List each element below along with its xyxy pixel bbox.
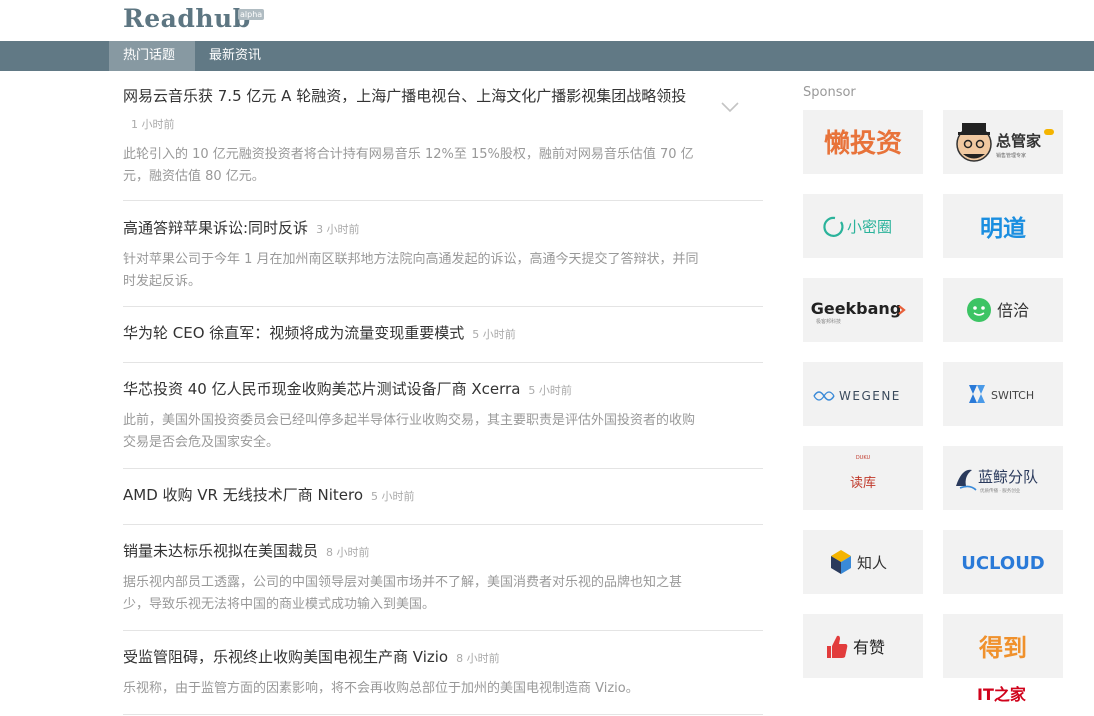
topic-time: 3 小时前 (316, 223, 360, 236)
topic-title-text[interactable]: 网易云音乐获 7.5 亿元 A 轮融资，上海广播电视台、上海文化广播影视集团战略… (123, 87, 686, 105)
top-nav: 热门话题 最新资讯 (0, 41, 1094, 71)
switch-logo: SWITCH (969, 385, 1034, 403)
topic-item: 销量未达标乐视拟在美国裁员 8 小时前 据乐视内部员工透露，公司的中国领导层对美国… (123, 525, 763, 631)
topic-title[interactable]: 高通答辩苹果诉讼:同时反诉 3 小时前 (123, 215, 763, 243)
sponsor-name: 知人 (857, 554, 887, 572)
sponsor-label: Sponsor (803, 85, 856, 100)
dedao-logo: 得到 (978, 634, 1027, 662)
sponsor-subtitle: 优质传播 · 服务创业 (980, 487, 1021, 494)
sponsor-subtitle: 销售管理专家 (996, 152, 1026, 159)
topic-item: 华芯投资 40 亿人民币现金收购美芯片测试设备厂商 Xcerra 5 小时前 此前… (123, 363, 763, 469)
topic-summary: 据乐视内部员工透露，公司的中国领导层对美国市场并不了解，美国消费者对乐视的品牌也… (123, 575, 683, 612)
topic-title-text[interactable]: 高通答辩苹果诉讼:同时反诉 (123, 219, 308, 237)
topic-time: 1 小时前 (131, 118, 175, 131)
sponsor-zhiren[interactable]: 知人 (803, 530, 923, 594)
topic-title-text[interactable]: AMD 收购 VR 无线技术厂商 Nitero (123, 486, 363, 504)
sponsor-xiaomiquan[interactable]: 小密圈 (803, 194, 923, 258)
topic-title[interactable]: 网易云音乐获 7.5 亿元 A 轮融资，上海广播电视台、上海文化广播影视集团战略… (123, 83, 693, 138)
topic-item: 网易云音乐获 7.5 亿元 A 轮融资，上海广播电视台、上海文化广播影视集团战略… (123, 71, 763, 201)
tab-latest-news[interactable]: 最新资讯 (195, 41, 275, 71)
sponsor-geekbang[interactable]: Geekbang 极客邦科技 (803, 278, 923, 342)
sponsor-subtitle: DUKU (856, 455, 871, 461)
sponsor-name: SWITCH (991, 389, 1034, 402)
sponsor-name: 小密圈 (847, 218, 892, 236)
zhiren-logo: 知人 (831, 550, 887, 574)
sponsor-ucloud[interactable]: UCLOUD (943, 530, 1063, 594)
zongguanjia-logo: 总管家 销售管理专家 (956, 123, 1054, 162)
sponsor-switch[interactable]: SWITCH (943, 362, 1063, 426)
lanjing-logo: 蓝鲸分队 优质传播 · 服务创业 (956, 468, 1038, 494)
topic-title-text[interactable]: 华为轮 CEO 徐直军：视频将成为流量变现重要模式 (123, 324, 464, 342)
sponsor-name: 得到 (978, 634, 1027, 662)
topic-title[interactable]: 华为轮 CEO 徐直军：视频将成为流量变现重要模式 5 小时前 (123, 320, 763, 348)
topic-title-text[interactable]: 华芯投资 40 亿人民币现金收购美芯片测试设备厂商 Xcerra (123, 380, 520, 398)
topic-title[interactable]: 华芯投资 40 亿人民币现金收购美芯片测试设备厂商 Xcerra 5 小时前 (123, 376, 763, 404)
topic-item: AMD 收购 VR 无线技术厂商 Nitero 5 小时前 (123, 469, 763, 525)
alpha-badge: alpha (238, 9, 265, 20)
mingdao-logo: 明道 (980, 215, 1026, 242)
sponsor-name: Geekbang (811, 299, 902, 318)
sponsor-name: 倍洽 (997, 301, 1029, 320)
topic-time: 5 小时前 (371, 490, 415, 503)
topic-title[interactable]: AMD 收购 VR 无线技术厂商 Nitero 5 小时前 (123, 482, 763, 510)
ucloud-logo: UCLOUD (961, 553, 1045, 574)
topic-item: 高通答辩苹果诉讼:同时反诉 3 小时前 针对苹果公司于今年 1 月在加州南区联邦地… (123, 201, 763, 307)
lantouzi-logo: 懒投资 (824, 129, 902, 159)
topic-list: 网易云音乐获 7.5 亿元 A 轮融资，上海广播电视台、上海文化广播影视集团战略… (123, 71, 763, 715)
sponsor-duku[interactable]: DUKU 读库 (803, 446, 923, 510)
topic-time: 8 小时前 (326, 546, 370, 559)
sponsor-name: 读库 (850, 475, 876, 491)
header: Readhub alpha (0, 0, 1094, 41)
topic-time: 5 小时前 (472, 328, 516, 341)
topic-summary: 针对苹果公司于今年 1 月在加州南区联邦地方法院向高通发起的诉讼，高通今天提交了… (123, 252, 699, 289)
sponsor-name: 总管家 (996, 132, 1041, 150)
topic-item: 华为轮 CEO 徐直军：视频将成为流量变现重要模式 5 小时前 (123, 307, 763, 363)
sponsor-name: 明道 (980, 215, 1026, 242)
sponsor-youzan[interactable]: 有赞 (803, 614, 923, 678)
sponsor-lantouzi[interactable]: 懒投资 (803, 110, 923, 174)
topic-title-text[interactable]: 受监管阻碍，乐视终止收购美国电视生产商 Vizio (123, 648, 448, 666)
topic-time: 8 小时前 (456, 652, 500, 665)
sponsor-sidebar: Sponsor 懒投资 总管家 销售管理专家 小密圈 明道 Geekbang 极… (803, 84, 1063, 678)
site-logo[interactable]: Readhub (123, 4, 251, 33)
sponsor-zongguanjia[interactable]: 总管家 销售管理专家 (943, 110, 1063, 174)
watermark-text: IT之家 (977, 685, 1027, 704)
wegene-logo: WEGENE (813, 389, 901, 403)
sponsor-name: 有赞 (853, 638, 885, 657)
tab-hot-topics[interactable]: 热门话题 (109, 41, 195, 71)
topic-title[interactable]: 受监管阻碍，乐视终止收购美国电视生产商 Vizio 8 小时前 (123, 644, 763, 672)
topic-summary: 此轮引入的 10 亿元融资投资者将合计持有网易音乐 12%至 15%股权，融前对… (123, 147, 694, 184)
sponsor-name: 蓝鲸分队 (978, 468, 1038, 486)
topic-time: 5 小时前 (528, 384, 572, 397)
beiqia-logo: 倍洽 (967, 298, 1029, 322)
xiaomiquan-logo: 小密圈 (823, 216, 892, 237)
geekbang-logo: Geekbang 极客邦科技 (811, 299, 906, 325)
chevron-down-icon[interactable] (721, 101, 739, 113)
sponsor-name: UCLOUD (961, 553, 1045, 574)
sponsor-subtitle: 极客邦科技 (816, 318, 841, 325)
topic-item: 受监管阻碍，乐视终止收购美国电视生产商 Vizio 8 小时前 乐视称，由于监管方… (123, 631, 763, 715)
sponsor-lanjing[interactable]: 蓝鲸分队 优质传播 · 服务创业 (943, 446, 1063, 510)
sponsor-wegene[interactable]: WEGENE (803, 362, 923, 426)
topic-summary: 乐视称，由于监管方面的因素影响，将不会再收购总部位于加州的美国电视制造商 Viz… (123, 681, 639, 696)
topic-title-text[interactable]: 销量未达标乐视拟在美国裁员 (123, 542, 318, 560)
sponsor-name: WEGENE (839, 389, 901, 403)
youzan-logo: 有赞 (827, 635, 885, 658)
sponsor-name: 懒投资 (824, 129, 902, 159)
sponsor-grid: 懒投资 总管家 销售管理专家 小密圈 明道 Geekbang 极客邦科技 倍洽 … (803, 110, 1063, 678)
ithome-watermark: IT之家 (977, 685, 1027, 704)
topic-summary: 此前，美国外国投资委员会已经叫停多起半导体行业收购交易，其主要职责是评估外国投资… (123, 413, 696, 450)
sponsor-dedao[interactable]: 得到 (943, 614, 1063, 678)
duku-logo: DUKU 读库 (850, 455, 876, 491)
sponsor-beiqia[interactable]: 倍洽 (943, 278, 1063, 342)
sponsor-mingdao[interactable]: 明道 (943, 194, 1063, 258)
topic-title[interactable]: 销量未达标乐视拟在美国裁员 8 小时前 (123, 538, 763, 566)
